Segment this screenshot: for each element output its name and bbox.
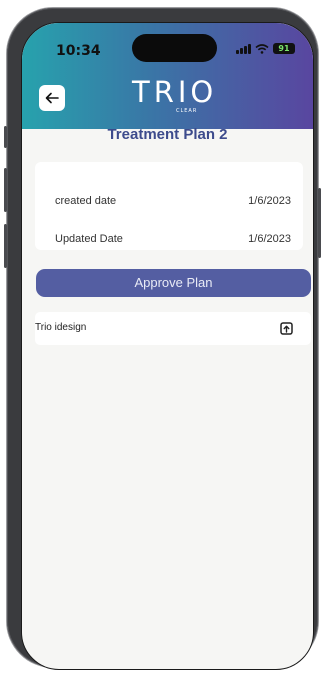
power-button xyxy=(318,188,321,258)
volume-down-button xyxy=(4,224,7,268)
logo-text: TRIO xyxy=(132,75,218,109)
app-header: 10:34 91 TRIO CLEAR xyxy=(22,23,313,129)
plan-info-card: created date 1/6/2023 Updated Date 1/6/2… xyxy=(35,162,303,250)
logo-subtext: CLEAR xyxy=(176,108,198,114)
arrow-left-icon xyxy=(45,92,59,104)
file-name: Trio idesign xyxy=(35,322,87,333)
approve-plan-button[interactable]: Approve Plan xyxy=(36,269,311,297)
info-value: 1/6/2023 xyxy=(248,233,291,245)
status-time: 10:34 xyxy=(56,43,101,59)
info-label: created date xyxy=(55,195,117,207)
page-title: Treatment Plan 2 xyxy=(107,126,228,143)
volume-up-button xyxy=(4,168,7,212)
dynamic-island xyxy=(132,34,217,62)
wifi-icon xyxy=(255,43,269,54)
battery-icon: 91 xyxy=(273,43,295,54)
trio-clear-logo: TRIO CLEAR xyxy=(132,75,218,121)
info-value: 1/6/2023 xyxy=(248,195,291,207)
info-label: Updated Date xyxy=(55,233,123,245)
info-row-created: created date 1/6/2023 xyxy=(35,191,303,211)
signal-icon xyxy=(236,43,251,54)
status-icons: 91 xyxy=(236,43,295,54)
app-screen: 10:34 91 TRIO CLEAR Treatment Plan 2 cre… xyxy=(21,22,314,670)
back-button[interactable] xyxy=(39,85,65,111)
upload-icon[interactable] xyxy=(280,322,293,335)
mute-switch xyxy=(4,126,7,148)
file-item-trio-idesign[interactable]: Trio idesign xyxy=(35,312,311,345)
info-row-updated: Updated Date 1/6/2023 xyxy=(35,229,303,249)
